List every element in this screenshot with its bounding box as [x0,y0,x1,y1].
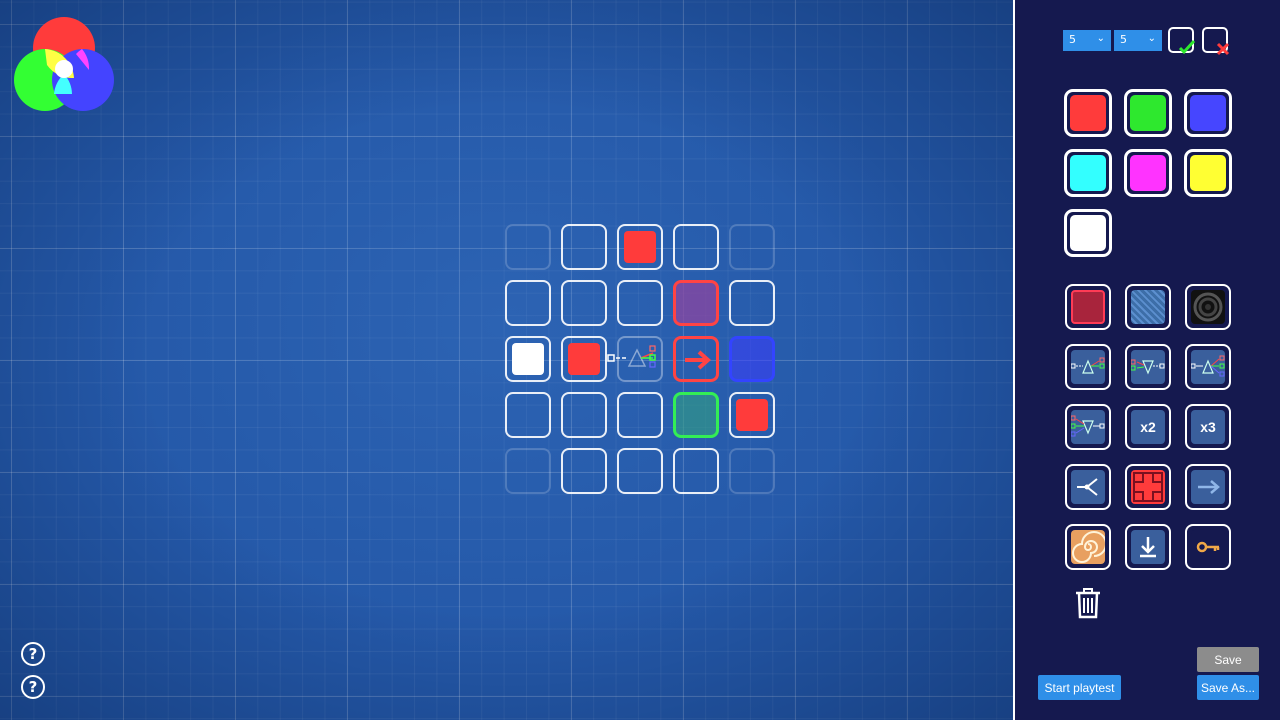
prism-quad-tool[interactable] [1065,404,1111,450]
grid-cell-arrow[interactable] [673,336,719,382]
color-magenta-tile[interactable] [1124,149,1172,197]
save-button[interactable]: Save [1197,647,1259,672]
chevron-down-icon: ⌄ [1147,33,1156,44]
grid-cell[interactable] [505,448,551,494]
multiplier-x3-label: x3 [1200,419,1216,435]
grid-cell[interactable] [505,392,551,438]
splitter-tool[interactable] [1065,464,1111,510]
dark-red-block-icon [1071,290,1105,324]
prism-split-icon [1131,350,1165,384]
multiplier-x3-tool[interactable]: x3 [1185,404,1231,450]
prism-split-tool[interactable] [1125,344,1171,390]
grid-cell-blue-target[interactable] [729,336,775,382]
grid-cell[interactable] [505,224,551,270]
grid-cell[interactable] [617,448,663,494]
level-canvas[interactable]: ? ? [0,0,1013,720]
white-swatch [1070,215,1106,251]
cyan-swatch [1070,155,1106,191]
prism-split-icon [607,345,656,368]
grid-cell[interactable] [561,280,607,326]
grid-cell[interactable] [561,336,607,382]
yellow-swatch [1190,155,1226,191]
x-icon[interactable] [1201,26,1231,56]
grid-cell[interactable] [673,224,719,270]
grid-cell-green-target[interactable] [673,392,719,438]
key-tool[interactable] [1185,524,1231,570]
grid-cell[interactable] [729,448,775,494]
save-as-button[interactable]: Save As... [1197,675,1259,700]
grid-cell-prism[interactable] [607,336,663,382]
grid-cell[interactable] [729,280,775,326]
hatched-block-icon [1131,290,1165,324]
hatched-block-tool[interactable] [1125,284,1171,330]
magenta-swatch [1130,155,1166,191]
red-tile [624,231,656,263]
color-red-tile[interactable] [1064,89,1112,137]
grid-width-value: 5 [1069,33,1076,46]
grid-cell[interactable] [505,280,551,326]
grid-cell[interactable] [729,392,775,438]
arrow-tool[interactable] [1185,464,1231,510]
grid-height-dropdown[interactable]: 5 ⌄ [1114,30,1162,51]
vortex-tool[interactable] [1185,284,1231,330]
color-blue-tile[interactable] [1184,89,1232,137]
vortex-icon [1191,290,1225,324]
start-playtest-button[interactable]: Start playtest [1038,675,1121,700]
color-white-tile[interactable] [1064,209,1112,257]
grid-height-value: 5 [1120,33,1127,46]
editor-panel: 5 ⌄ 5 ⌄ x2 x3 Save Start playtest Save A… [1013,0,1280,720]
color-yellow-tile[interactable] [1184,149,1232,197]
prism-triple-icon [1191,350,1225,384]
multiplier-x2-label: x2 [1140,419,1156,435]
green-swatch [1130,95,1166,131]
key-icon [1191,530,1225,564]
trash-icon[interactable] [1074,587,1102,619]
grid-cell-red-target[interactable] [673,280,719,326]
grid-cell[interactable] [673,448,719,494]
crosshair-block-tool[interactable] [1125,464,1171,510]
color-cyan-tile[interactable] [1064,149,1112,197]
grid-cell[interactable] [617,392,663,438]
grid-cell[interactable] [505,336,551,382]
download-icon [1131,530,1165,564]
red-tile [568,343,600,375]
grid-cell[interactable] [561,448,607,494]
multiplier-x2-tool[interactable]: x2 [1125,404,1171,450]
red-tile [736,399,768,431]
color-green-tile[interactable] [1124,89,1172,137]
help-button-secondary[interactable]: ? [21,675,45,699]
grid-width-dropdown[interactable]: 5 ⌄ [1063,30,1111,51]
grid-cell[interactable] [561,224,607,270]
grid-cell[interactable] [617,224,663,270]
arrow-right-icon [685,350,712,370]
multiplier-x2-icon: x2 [1131,410,1165,444]
arrow-right-icon [1191,470,1225,504]
white-tile [512,343,544,375]
prism-combine-tool[interactable] [1065,344,1111,390]
dark-red-block-tool[interactable] [1065,284,1111,330]
multiplier-x3-icon: x3 [1191,410,1225,444]
chevron-down-icon: ⌄ [1096,33,1105,44]
spiral-tool[interactable] [1065,524,1111,570]
help-button[interactable]: ? [21,642,45,666]
spiral-icon [1071,530,1105,564]
prism-triple-tool[interactable] [1185,344,1231,390]
crosshair-block-icon [1131,470,1165,504]
grid-cell[interactable] [729,224,775,270]
blue-swatch [1190,95,1226,131]
splitter-icon [1071,470,1105,504]
grid-cell[interactable] [617,280,663,326]
red-swatch [1070,95,1106,131]
prism-combine-icon [1071,350,1105,384]
prism-quad-icon [1071,410,1105,444]
rgb-logo-icon [14,17,114,111]
grid-cell[interactable] [561,392,607,438]
download-tool[interactable] [1125,524,1171,570]
check-icon[interactable] [1167,26,1197,56]
